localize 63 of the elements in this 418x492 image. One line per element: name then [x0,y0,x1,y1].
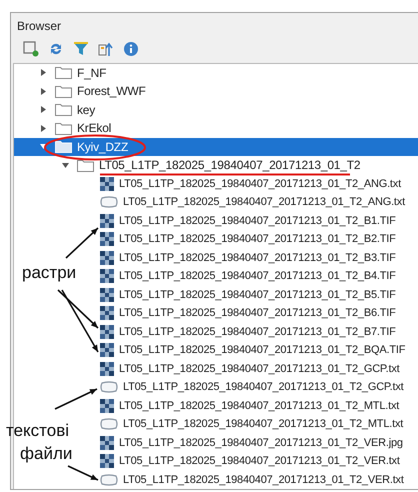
folder-icon [55,140,72,154]
collapse-icon[interactable] [98,41,114,58]
vector-layer-icon [100,381,118,394]
annotation-label: растри [22,263,76,283]
folder-icon [55,122,72,135]
raster-icon [100,343,114,358]
file-name[interactable]: LT05_L1TP_182025_19840407_20171213_01_T2_GCP.txt [119,360,400,377]
raster-icon [100,250,114,265]
file-name[interactable]: LT05_L1TP_182025_19840407_20171213_01_T2_VER.txt [123,472,404,488]
expand-arrow-icon[interactable] [40,69,47,76]
raster-icon [100,232,114,246]
file-name[interactable]: LT05_L1TP_182025_19840407_20171213_01_T2_B1.TIF [119,212,396,229]
raster-icon [100,288,114,302]
file-name[interactable]: LT05_L1TP_182025_19840407_20171213_01_T2_MTL.txt [123,416,404,432]
expand-arrow-icon[interactable] [40,124,47,132]
collapse-arrow-icon[interactable] [62,162,69,169]
collapse-arrow-icon[interactable] [40,143,47,150]
annotation-label: текстові [6,421,70,441]
folder-name[interactable]: Forest_WWF [77,82,146,100]
arrow [68,465,98,481]
info-icon[interactable] [123,41,139,58]
folder-icon [55,103,72,116]
file-name[interactable]: LT05_L1TP_182025_19840407_20171213_01_T2_ANG.txt [119,176,401,192]
vector-layer-icon [100,196,118,208]
arrow [65,227,99,259]
vector-layer-icon [100,474,118,486]
folder-icon [77,158,94,172]
annotation-label: файли [20,444,72,464]
raster-icon [100,398,114,413]
panel-title: Browser [16,18,62,35]
file-name[interactable]: LT05_L1TP_182025_19840407_20171213_01_T2_ANG.txt [123,194,405,210]
folder-name[interactable]: F_NF [77,64,106,82]
file-name[interactable]: LT05_L1TP_182025_19840407_20171213_01_T2_B3.TIF [119,250,396,266]
file-name[interactable]: LT05_L1TP_182025_19840407_20171213_01_T2_B2.TIF [119,231,396,248]
raster-icon [100,214,114,228]
raster-icon [100,454,114,468]
raster-icon [100,269,114,284]
file-name[interactable]: LT05_L1TP_182025_19840407_20171213_01_T2_GCP.txt [123,379,404,396]
raster-icon [100,324,114,339]
expand-arrow-icon[interactable] [40,106,47,114]
folder-name[interactable]: Kyiv_DZZ [77,138,128,156]
folder-name[interactable]: LT05_L1TP_182025_19840407_20171213_01_T2 [99,156,360,174]
expand-arrow-icon[interactable] [40,88,47,95]
file-name[interactable]: LT05_L1TP_182025_19840407_20171213_01_T2_VER.txt [119,453,400,470]
folder-icon [55,66,72,80]
add-layer-icon[interactable] [23,41,39,58]
raster-icon [100,436,114,450]
raster-icon [100,306,114,320]
file-name[interactable]: LT05_L1TP_182025_19840407_20171213_01_T2_B4.TIF [119,268,396,284]
file-name[interactable]: LT05_L1TP_182025_19840407_20171213_01_T2_VER.jpg [119,434,403,451]
folder-name[interactable]: key [77,100,96,119]
file-name[interactable]: LT05_L1TP_182025_19840407_20171213_01_T2_B5.TIF [119,286,396,303]
folder-name[interactable]: KrEkol [77,119,112,138]
filter-icon[interactable] [73,41,89,58]
file-name[interactable]: LT05_L1TP_182025_19840407_20171213_01_T2_MTL.txt [119,398,400,414]
raster-icon [100,176,114,191]
file-name[interactable]: LT05_L1TP_182025_19840407_20171213_01_T2_BQA.TIF [119,342,406,358]
folder-icon [55,84,72,98]
raster-icon [100,362,114,376]
vector-layer-icon [100,418,118,430]
file-name[interactable]: LT05_L1TP_182025_19840407_20171213_01_T2_B7.TIF [119,324,396,340]
arrow [54,388,98,410]
file-name[interactable]: LT05_L1TP_182025_19840407_20171213_01_T2_B6.TIF [119,305,396,322]
